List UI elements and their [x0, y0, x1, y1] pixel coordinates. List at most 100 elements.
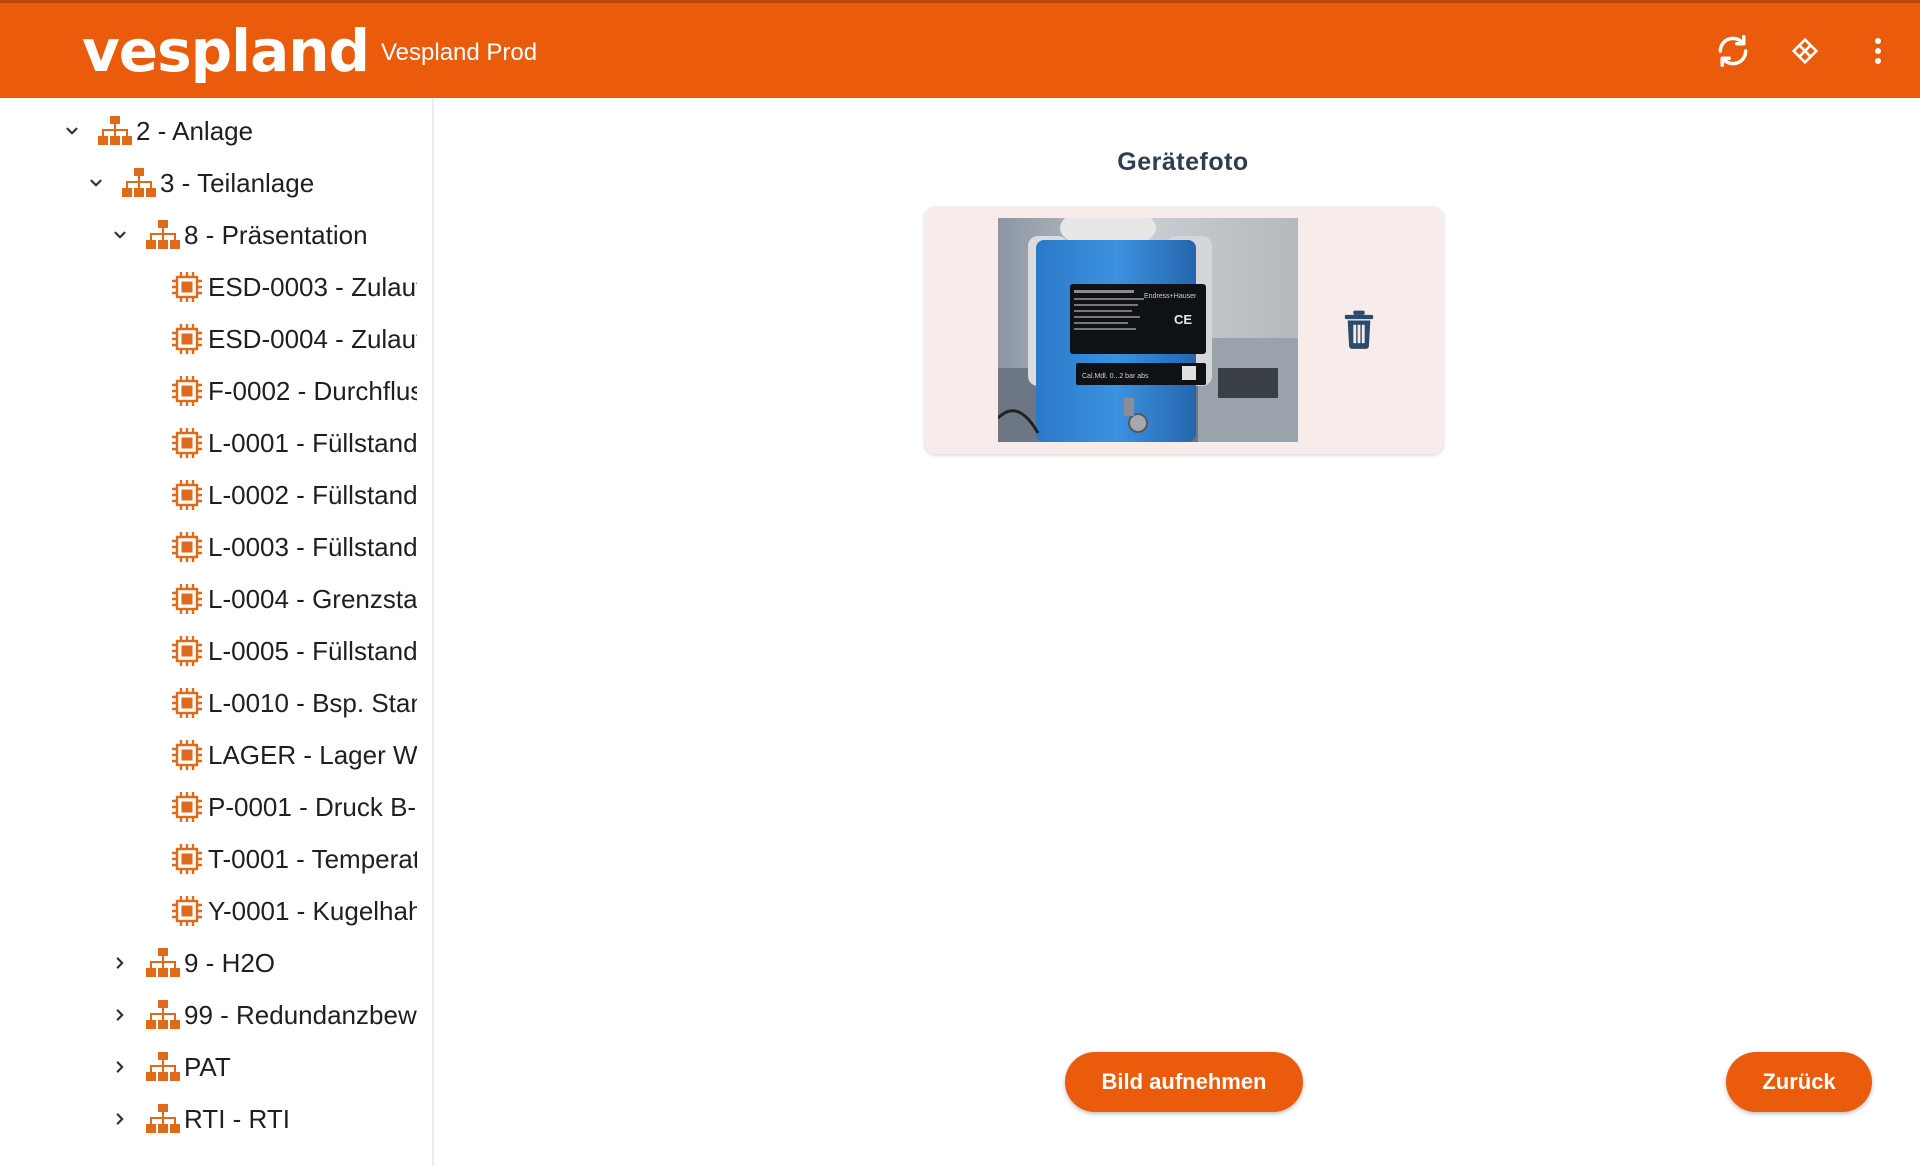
hierarchy-icon	[120, 164, 158, 202]
tree-item[interactable]: P-0001 - Druck B-0	[132, 782, 417, 832]
tree-item[interactable]: L-0001 - Füllstand	[132, 418, 417, 468]
tree-item-label: L-0003 - Füllstand	[208, 531, 417, 562]
chip-icon	[168, 320, 206, 358]
tree-item[interactable]: 3 - Teilanlage	[84, 158, 314, 208]
tree-item-label: Y-0001 - Kugelhahn	[208, 895, 417, 926]
tree-item[interactable]: LAGER - Lager Werk	[132, 730, 417, 780]
chevron-down-icon[interactable]	[60, 119, 84, 143]
tree-viewport: 2 - Anlage 3 - Teilanlage 8 - Präsentation…	[0, 98, 417, 1166]
chip-icon	[168, 840, 206, 878]
tree-item[interactable]: F-0002 - Durchfluss	[132, 366, 417, 416]
tree-item-label: L-0005 - Füllstand	[208, 635, 417, 666]
tree-item[interactable]: ESD-0003 - Zulauf	[132, 262, 417, 312]
tree-item-label: F-0002 - Durchfluss	[208, 375, 417, 406]
capture-photo-button[interactable]: Bild aufnehmen	[1065, 1052, 1303, 1112]
chip-icon	[168, 788, 206, 826]
trash-icon	[1342, 309, 1376, 354]
chip-icon	[168, 632, 206, 670]
environment-name: Vespland Prod	[381, 39, 538, 66]
hierarchy-icon	[144, 216, 182, 254]
tree-item-label: 8 - Präsentation	[184, 219, 368, 250]
tree-item[interactable]: ESD-0004 - Zulauf	[132, 314, 417, 364]
sync-button[interactable]	[1707, 25, 1759, 77]
module-switch-button[interactable]	[1779, 25, 1831, 77]
chevron-right-icon[interactable]	[108, 1107, 132, 1131]
tree-item-label: L-0004 - Grenzstand	[208, 583, 417, 614]
tree-item[interactable]: 9 - H2O	[108, 938, 275, 988]
tree-item[interactable]: T-0001 - Temperatur	[132, 834, 417, 884]
chip-icon	[168, 372, 206, 410]
hierarchy-icon	[144, 1100, 182, 1138]
tree-item-label: 2 - Anlage	[136, 115, 254, 146]
photo-card: Endress+Hauser CE Cal.Mdl. 0...2 bar abs	[925, 207, 1443, 454]
chevron-right-icon[interactable]	[108, 1055, 132, 1079]
tree-item[interactable]: 99 - Redundanzbewertung	[108, 990, 417, 1040]
chip-icon	[168, 580, 206, 618]
tree-item-label: 9 - H2O	[184, 947, 276, 978]
chevron-right-icon[interactable]	[108, 951, 132, 975]
chevron-down-icon[interactable]	[84, 171, 108, 195]
back-button[interactable]: Zurück	[1726, 1052, 1872, 1112]
chevron-down-icon[interactable]	[108, 223, 132, 247]
tree-item[interactable]: 8 - Präsentation	[108, 210, 368, 260]
more-menu-button[interactable]	[1852, 25, 1904, 77]
hierarchy-icon	[96, 112, 134, 150]
tree-item-label: RTI - RTI	[184, 1103, 290, 1134]
tree-item[interactable]: L-0003 - Füllstand	[132, 522, 417, 572]
tree-item[interactable]: L-0010 - Bsp. Stand	[132, 678, 417, 728]
tree-item-label: PAT	[184, 1051, 231, 1082]
photo-brand-text: Endress+Hauser	[1144, 293, 1197, 300]
environment-separator: -	[354, 39, 362, 64]
page-title: Gerätefoto	[1117, 148, 1249, 176]
hierarchy-icon	[144, 944, 182, 982]
chevron-right-icon[interactable]	[108, 1003, 132, 1027]
sync-icon	[1714, 32, 1752, 70]
tree-item[interactable]: L-0004 - Grenzstand	[132, 574, 417, 624]
tree-item[interactable]: L-0005 - Füllstand	[132, 626, 417, 676]
navigation-tree: 2 - Anlage 3 - Teilanlage 8 - Präsentation…	[0, 98, 434, 1166]
device-photo[interactable]: Endress+Hauser CE Cal.Mdl. 0...2 bar abs	[998, 218, 1298, 442]
chip-icon	[168, 528, 206, 566]
chip-icon	[168, 684, 206, 722]
tree-item[interactable]: Y-0001 - Kugelhahn	[132, 886, 417, 936]
tree-item-label: L-0001 - Füllstand	[208, 427, 417, 458]
chip-icon	[168, 268, 206, 306]
app-bar: vespland - Vespland Prod	[0, 0, 1920, 98]
delete-photo-button[interactable]	[1337, 309, 1381, 353]
tree-item-label: 99 - Redundanzbewertung	[184, 999, 417, 1030]
more-vertical-icon	[1863, 34, 1893, 68]
photo-cal-text: Cal.Mdl. 0...2 bar abs	[1082, 373, 1149, 380]
tree-item[interactable]: L-0002 - Füllstand	[132, 470, 417, 520]
tree-item-label: ESD-0004 - Zulauf	[208, 323, 417, 354]
tree-item-label: 3 - Teilanlage	[160, 167, 315, 198]
app-logo: vespland	[82, 17, 370, 85]
diamond-grid-icon	[1788, 34, 1822, 68]
chip-icon	[168, 424, 206, 462]
tree-item-label: L-0010 - Bsp. Stand	[208, 687, 417, 718]
hierarchy-icon	[144, 1048, 182, 1086]
chip-icon	[168, 476, 206, 514]
hierarchy-icon	[144, 996, 182, 1034]
tree-item-label: LAGER - Lager Werk	[208, 739, 417, 770]
tree-item-label: ESD-0003 - Zulauf	[208, 271, 417, 302]
chip-icon	[168, 892, 206, 930]
tree-item[interactable]: RTI - RTI	[108, 1094, 290, 1144]
tree-item[interactable]: PAT	[108, 1042, 231, 1092]
photo-ce-text: CE	[1174, 312, 1192, 327]
tree-item-label: L-0002 - Füllstand	[208, 479, 417, 510]
tree-item-label: T-0001 - Temperatur	[208, 843, 417, 874]
tree-item[interactable]: 2 - Anlage	[60, 106, 253, 156]
chip-icon	[168, 736, 206, 774]
